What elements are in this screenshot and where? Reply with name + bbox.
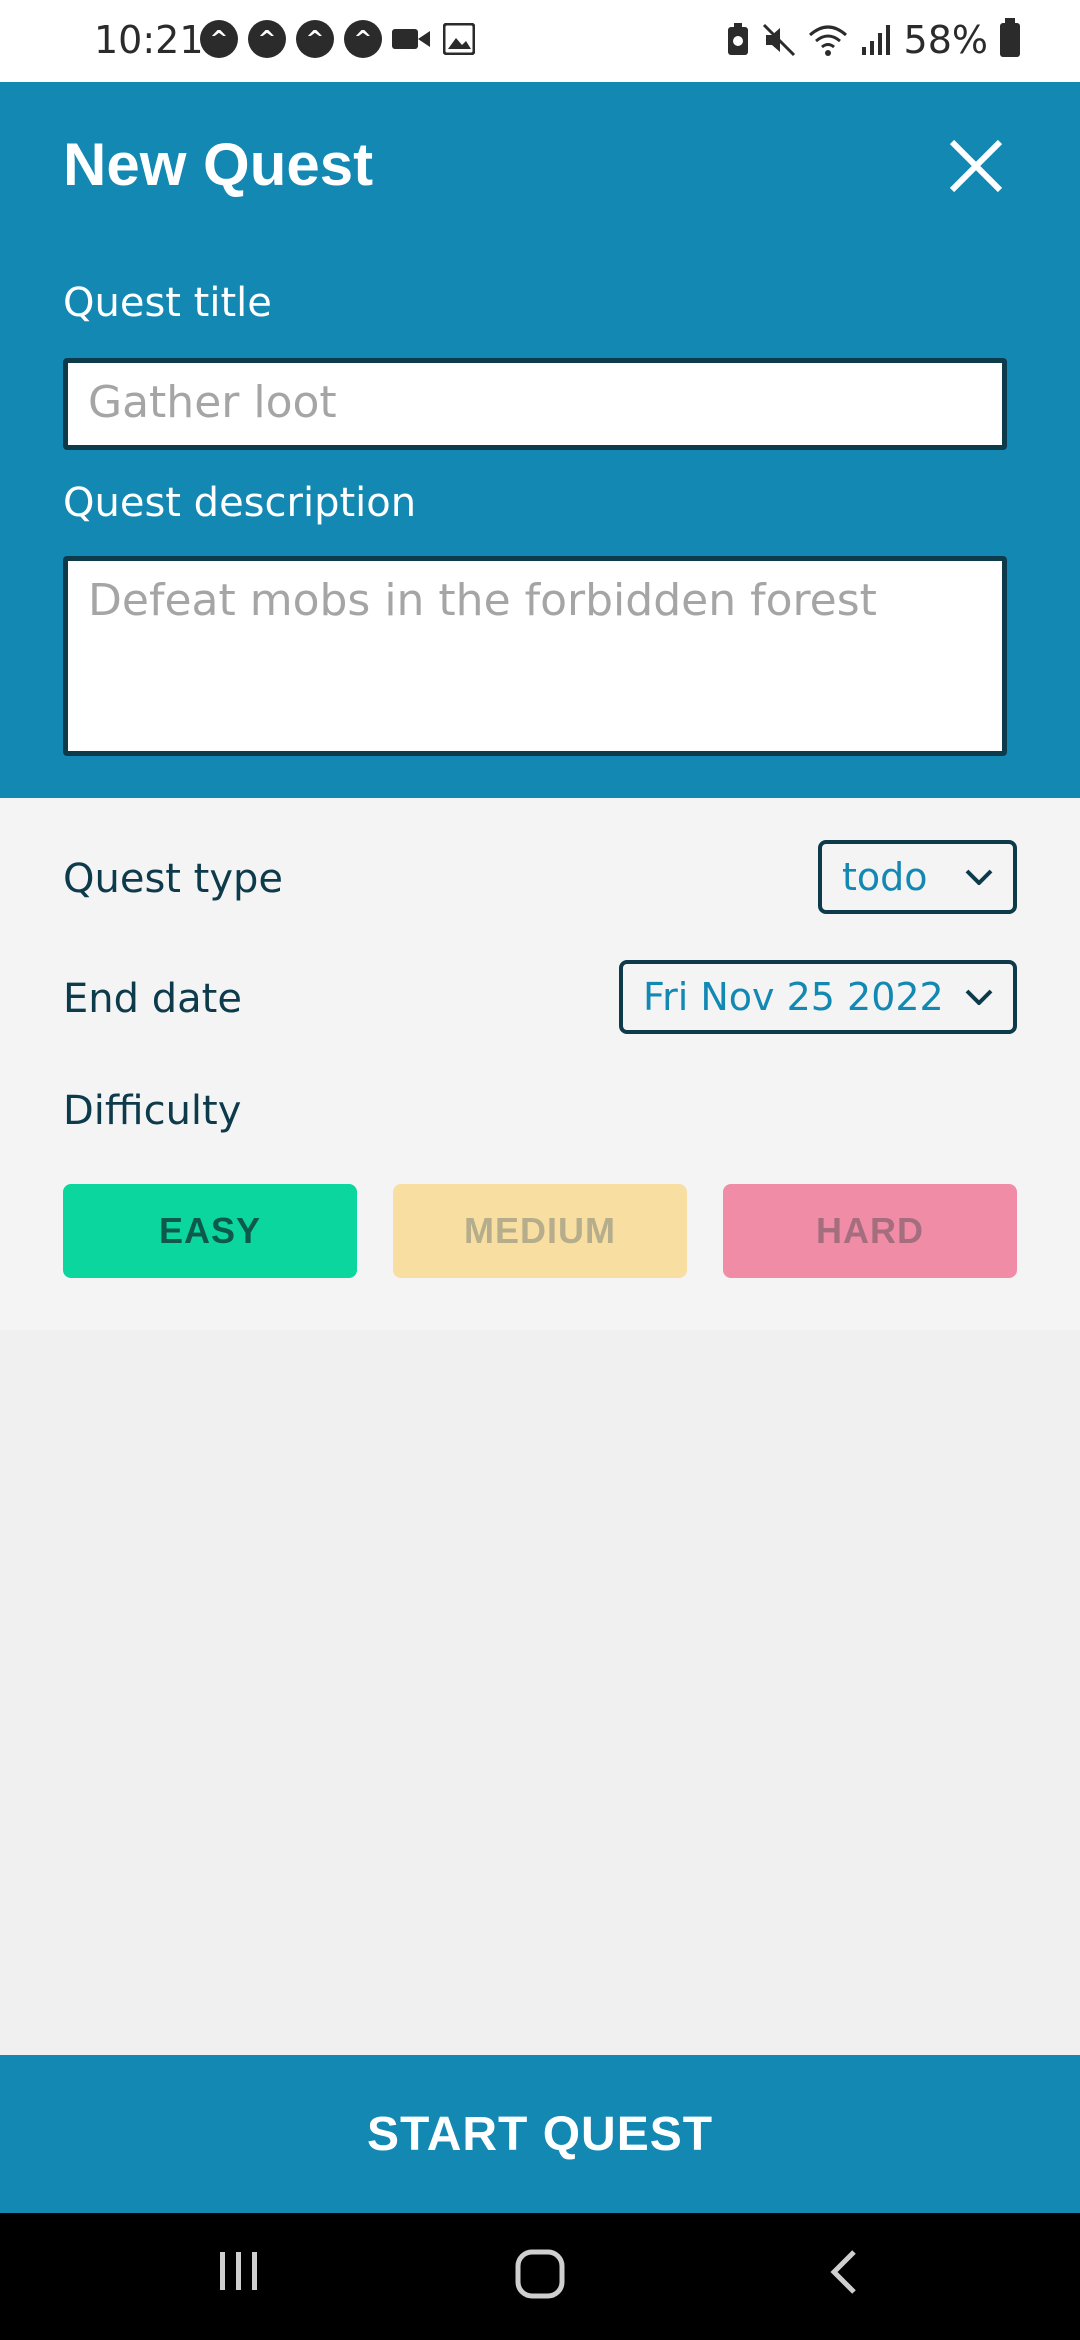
end-date-value: Fri Nov 25 2022 xyxy=(643,975,944,1019)
quest-type-label: Quest type xyxy=(63,856,284,902)
quest-description-placeholder: Defeat mobs in the forbidden forest xyxy=(88,575,877,626)
recent-apps-icon[interactable] xyxy=(216,2248,262,2294)
close-icon[interactable] xyxy=(946,136,1006,196)
battery-icon xyxy=(1000,18,1020,57)
start-quest-button[interactable]: START QUEST xyxy=(0,2055,1080,2213)
system-icons: 58% xyxy=(726,18,1020,62)
status-time: 10:21 xyxy=(94,18,204,62)
difficulty-label: Difficulty xyxy=(63,1088,242,1134)
end-date-label: End date xyxy=(63,976,242,1022)
hard-button[interactable]: HARD xyxy=(723,1184,1017,1278)
quest-title-placeholder: Gather loot xyxy=(88,377,337,428)
page-title: New Quest xyxy=(63,131,374,198)
quest-description-input[interactable]: Defeat mobs in the forbidden forest xyxy=(63,556,1007,756)
app-icon: ^ xyxy=(248,20,286,58)
notification-icons: ^ ^ ^ ^ xyxy=(200,20,478,58)
status-bar: 10:21 ^ ^ ^ ^ 58% xyxy=(0,0,1080,82)
app-icon: ^ xyxy=(296,20,334,58)
chevron-down-icon xyxy=(965,869,993,885)
quest-type-dropdown[interactable]: todo xyxy=(818,840,1017,914)
app-icon: ^ xyxy=(200,20,238,58)
app-icon: ^ xyxy=(344,20,382,58)
wifi-icon xyxy=(808,25,847,56)
signal-icon xyxy=(861,25,890,55)
video-icon xyxy=(392,20,430,58)
medium-button[interactable]: MEDIUM xyxy=(393,1184,687,1278)
mute-icon xyxy=(762,23,795,57)
chevron-down-icon xyxy=(965,989,993,1005)
home-icon[interactable] xyxy=(514,2248,566,2300)
end-date-dropdown[interactable]: Fri Nov 25 2022 xyxy=(619,960,1017,1034)
system-nav-bar xyxy=(0,2213,1080,2340)
battery-saver-icon xyxy=(727,23,748,55)
quest-type-value: todo xyxy=(842,855,928,899)
quest-settings: Quest type todo End date Fri Nov 25 2022… xyxy=(0,798,1080,1330)
quest-description-label: Quest description xyxy=(63,480,417,526)
quest-title-label: Quest title xyxy=(63,280,272,326)
image-icon xyxy=(440,20,478,58)
battery-percent: 58% xyxy=(903,18,988,62)
back-icon[interactable] xyxy=(826,2248,860,2296)
new-quest-header: New Quest Quest title Gather loot Quest … xyxy=(0,82,1080,798)
quest-title-input[interactable]: Gather loot xyxy=(63,358,1007,450)
easy-button[interactable]: EASY xyxy=(63,1184,357,1278)
